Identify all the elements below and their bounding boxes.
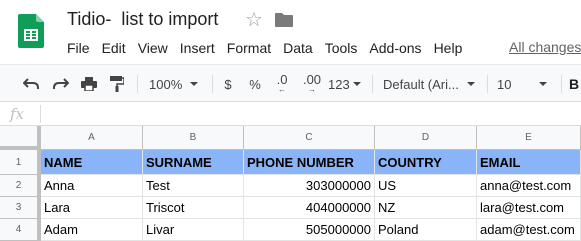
cell-c1[interactable]: PHONE NUMBER bbox=[244, 150, 375, 175]
folder-icon[interactable] bbox=[275, 13, 293, 27]
menu-view[interactable]: View bbox=[138, 40, 168, 56]
title-bar: Tidio- list to import ☆ File Edit View I… bbox=[0, 0, 581, 64]
cell-a1[interactable]: NAME bbox=[41, 150, 143, 175]
column-header-d[interactable]: D bbox=[375, 126, 477, 150]
cell-c3[interactable]: 404000000 bbox=[244, 197, 375, 219]
menu-insert[interactable]: Insert bbox=[180, 40, 215, 56]
currency-format-button[interactable]: $ bbox=[221, 74, 235, 94]
cell-b2[interactable]: Test bbox=[143, 175, 244, 197]
more-formats-label: 123 bbox=[328, 76, 350, 92]
font-size-value: 10 bbox=[497, 76, 512, 92]
menu-format[interactable]: Format bbox=[227, 40, 271, 56]
cell-e3[interactable]: lara@test.com bbox=[477, 197, 581, 219]
menu-file[interactable]: File bbox=[67, 40, 90, 56]
menu-addons[interactable]: Add-ons bbox=[369, 40, 421, 56]
decrease-decimal-button[interactable]: .0 ← bbox=[272, 73, 292, 94]
toolbar-separator bbox=[137, 75, 138, 93]
row-header-4[interactable]: 4 bbox=[0, 219, 41, 241]
arrow-left-icon: ← bbox=[278, 85, 286, 94]
cell-a3[interactable]: Lara bbox=[41, 197, 143, 219]
column-header-b[interactable]: B bbox=[143, 126, 244, 150]
arrow-right-icon: → bbox=[308, 85, 316, 94]
column-header-c[interactable]: C bbox=[244, 126, 375, 150]
chevron-down-icon bbox=[466, 82, 475, 86]
cell-e2[interactable]: anna@test.com bbox=[477, 175, 581, 197]
bold-button[interactable]: B bbox=[568, 74, 580, 94]
select-all-corner[interactable] bbox=[0, 126, 41, 150]
cell-d4[interactable]: Poland bbox=[375, 219, 477, 241]
cell-a2[interactable]: Anna bbox=[41, 175, 143, 197]
cell-e1[interactable]: EMAIL bbox=[477, 150, 581, 175]
font-family-value: Default (Ari... bbox=[383, 76, 459, 92]
toolbar: 100% $ % .0 ← .00 → 123 Default (Ari... … bbox=[0, 64, 581, 102]
font-size-select[interactable]: 10 bbox=[497, 74, 555, 94]
row-header-3[interactable]: 3 bbox=[0, 197, 41, 219]
cell-e4[interactable]: adam@test.com bbox=[477, 219, 581, 241]
toolbar-separator bbox=[212, 75, 213, 93]
menu-tools[interactable]: Tools bbox=[325, 40, 358, 56]
more-formats-select[interactable]: 123 bbox=[328, 74, 364, 94]
document-title[interactable]: Tidio- list to import bbox=[67, 9, 218, 30]
cell-d2[interactable]: US bbox=[375, 175, 477, 197]
row-header-1[interactable]: 1 bbox=[0, 150, 41, 175]
column-header-a[interactable]: A bbox=[41, 126, 143, 150]
menu-edit[interactable]: Edit bbox=[102, 40, 126, 56]
increase-decimal-button[interactable]: .00 → bbox=[300, 73, 324, 94]
cell-a4[interactable]: Adam bbox=[41, 219, 143, 241]
star-icon[interactable]: ☆ bbox=[245, 10, 263, 30]
zoom-select[interactable]: 100% bbox=[149, 74, 203, 94]
undo-icon[interactable] bbox=[20, 74, 42, 94]
paint-format-icon[interactable] bbox=[106, 74, 128, 94]
percent-format-button[interactable]: % bbox=[247, 74, 263, 94]
fx-icon: fx bbox=[10, 105, 25, 123]
all-changes-link[interactable]: All changes bbox=[509, 39, 581, 55]
toolbar-separator bbox=[487, 75, 488, 93]
column-header-e[interactable]: E bbox=[477, 126, 581, 150]
redo-icon[interactable] bbox=[50, 74, 72, 94]
toolbar-separator bbox=[372, 75, 373, 93]
sheets-logo-icon[interactable] bbox=[18, 14, 44, 48]
cell-d1[interactable]: COUNTRY bbox=[375, 150, 477, 175]
print-icon[interactable] bbox=[78, 74, 100, 94]
font-family-select[interactable]: Default (Ari... bbox=[383, 74, 483, 94]
cell-d3[interactable]: NZ bbox=[375, 197, 477, 219]
toolbar-separator bbox=[561, 75, 562, 93]
menu-bar: File Edit View Insert Format Data Tools … bbox=[67, 38, 474, 58]
cell-c2[interactable]: 303000000 bbox=[244, 175, 375, 197]
cell-b1[interactable]: SURNAME bbox=[143, 150, 244, 175]
cell-b4[interactable]: Livar bbox=[143, 219, 244, 241]
chevron-down-icon bbox=[539, 82, 548, 86]
menu-data[interactable]: Data bbox=[283, 40, 313, 56]
menu-help[interactable]: Help bbox=[434, 40, 463, 56]
row-header-2[interactable]: 2 bbox=[0, 175, 41, 197]
zoom-value: 100% bbox=[149, 76, 183, 92]
chevron-down-icon bbox=[352, 82, 361, 86]
cell-c4[interactable]: 505000000 bbox=[244, 219, 375, 241]
chevron-down-icon bbox=[190, 82, 199, 86]
formula-bar: fx bbox=[0, 102, 581, 126]
formula-separator bbox=[40, 105, 41, 123]
spreadsheet-grid: A B C D E 1 2 3 4 NAME SURNAME PHONE NUM… bbox=[0, 126, 581, 241]
cell-b3[interactable]: Triscot bbox=[143, 197, 244, 219]
formula-input[interactable] bbox=[42, 102, 581, 125]
